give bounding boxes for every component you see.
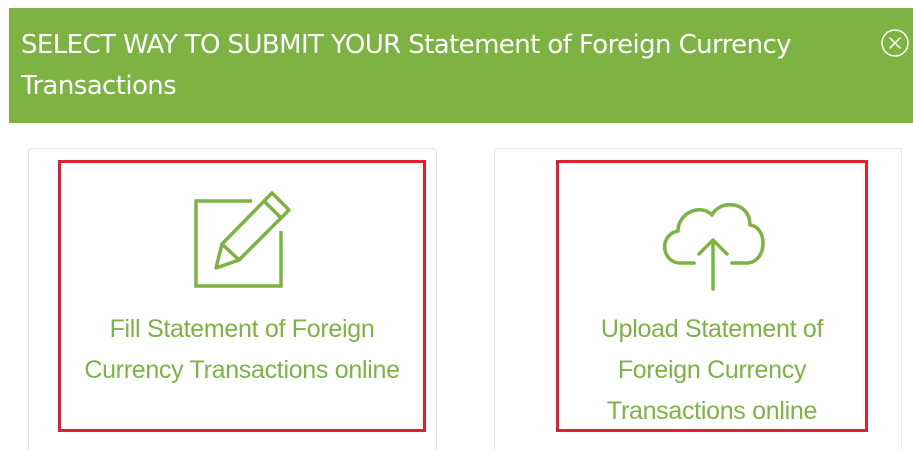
submission-dialog: SELECT WAY TO SUBMIT YOUR Statement of F… (0, 0, 913, 450)
modal-title: SELECT WAY TO SUBMIT YOUR Statement of F… (21, 30, 792, 101)
upload-option-label: Upload Statement of Foreign Currency Tra… (600, 315, 824, 425)
close-button[interactable] (880, 28, 910, 58)
cloud-upload-icon (656, 193, 768, 293)
close-circle-icon (881, 29, 909, 57)
upload-online-option[interactable]: Upload Statement of Foreign Currency Tra… (556, 160, 868, 432)
fill-option-label: Fill Statement of Foreign Currency Trans… (84, 315, 400, 384)
edit-pencil-icon (186, 183, 298, 295)
modal-header: SELECT WAY TO SUBMIT YOUR Statement of F… (9, 8, 913, 123)
fill-online-option[interactable]: Fill Statement of Foreign Currency Trans… (58, 160, 426, 432)
